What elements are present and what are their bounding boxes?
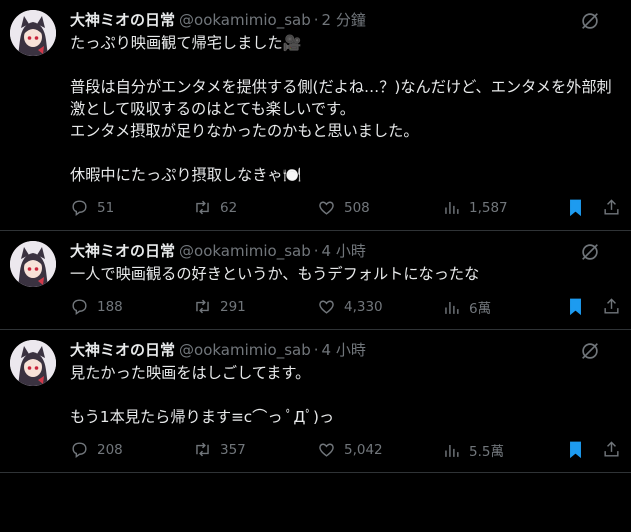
timestamp[interactable]: 2 分鐘	[322, 10, 366, 30]
timeline: 大神ミオの日常 @ookamimio_sab · 2 分鐘 たっぷり映画観て帰宅…	[0, 0, 631, 473]
heart-icon	[319, 201, 334, 215]
reply-button[interactable]: 208	[70, 440, 123, 459]
avatar-image	[10, 241, 56, 287]
action-bar: 51 62 508 1,587	[70, 194, 619, 230]
reply-count: 51	[97, 199, 115, 216]
avatar-image	[10, 340, 56, 386]
retweet-count: 357	[220, 441, 246, 458]
share-icon	[604, 441, 619, 457]
tweet[interactable]: 大神ミオの日常 @ookamimio_sab · 2 分鐘 たっぷり映画観て帰宅…	[0, 0, 631, 231]
reply-icon	[72, 200, 87, 217]
retweet-button[interactable]: 357	[193, 440, 246, 459]
share-button[interactable]	[602, 198, 621, 217]
views-icon	[445, 444, 459, 457]
retweet-count: 62	[220, 199, 238, 216]
retweet-icon	[196, 442, 209, 457]
reply-button[interactable]: 51	[70, 198, 114, 217]
views-button[interactable]: 5.5萬	[442, 440, 504, 460]
tweet-header: 大神ミオの日常 @ookamimio_sab · 4 小時	[70, 340, 615, 360]
reply-button[interactable]: 188	[70, 297, 123, 316]
heart-icon	[319, 443, 334, 457]
tweet-header: 大神ミオの日常 @ookamimio_sab · 4 小時	[70, 241, 615, 261]
separator-dot: ·	[313, 341, 319, 359]
grok-icon[interactable]	[579, 340, 601, 362]
bookmark-button[interactable]	[566, 198, 585, 217]
action-bar: 188 291 4,330 6萬	[70, 293, 619, 329]
timestamp[interactable]: 4 小時	[322, 340, 366, 360]
like-button[interactable]: 508	[317, 198, 370, 217]
tweet-header: 大神ミオの日常 @ookamimio_sab · 2 分鐘	[70, 10, 615, 30]
bookmark-icon	[570, 298, 581, 316]
tweet-text: たっぷり映画観て帰宅しました🎥 普段は自分がエンタメを提供する側(だよね…？)な…	[70, 34, 612, 184]
action-bar: 208 357 5,042 5.5萬	[70, 436, 619, 472]
separator-dot: ·	[313, 11, 319, 29]
avatar[interactable]	[10, 10, 56, 56]
like-count: 5,042	[344, 441, 383, 458]
like-count: 508	[344, 199, 370, 216]
share-icon	[604, 298, 619, 314]
timestamp[interactable]: 4 小時	[322, 241, 366, 261]
views-icon	[445, 201, 459, 214]
reply-count: 188	[97, 298, 123, 315]
avatar-image	[10, 10, 56, 56]
share-icon	[604, 199, 619, 215]
heart-icon	[319, 300, 334, 314]
avatar[interactable]	[10, 340, 56, 386]
views-button[interactable]: 1,587	[442, 198, 508, 217]
bookmark-icon	[570, 199, 581, 217]
display-name[interactable]: 大神ミオの日常	[70, 340, 175, 360]
view-count: 5.5萬	[469, 444, 504, 460]
separator-dot: ·	[313, 242, 319, 260]
bookmark-button[interactable]	[566, 440, 585, 459]
username[interactable]: @ookamimio_sab	[179, 10, 311, 30]
retweet-button[interactable]: 291	[193, 297, 246, 316]
avatar[interactable]	[10, 241, 56, 287]
retweet-icon	[196, 200, 209, 215]
views-button[interactable]: 6萬	[442, 297, 491, 317]
username[interactable]: @ookamimio_sab	[179, 241, 311, 261]
like-button[interactable]: 5,042	[317, 440, 383, 459]
bookmark-icon	[570, 441, 581, 459]
tweet[interactable]: 大神ミオの日常 @ookamimio_sab · 4 小時 見たかった映画をはし…	[0, 330, 631, 473]
like-count: 4,330	[344, 298, 383, 315]
display-name[interactable]: 大神ミオの日常	[70, 10, 175, 30]
views-icon	[445, 301, 459, 314]
like-button[interactable]: 4,330	[317, 297, 383, 316]
reply-icon	[72, 442, 87, 459]
view-count: 6萬	[469, 301, 492, 317]
retweet-icon	[196, 299, 209, 314]
view-count: 1,587	[469, 199, 508, 216]
grok-icon[interactable]	[579, 10, 601, 32]
tweet-text: 一人で映画観るの好きというか、もうデフォルトになったな	[70, 265, 480, 283]
grok-icon[interactable]	[579, 241, 601, 263]
tweet-text: 見たかった映画をはしごしてます。 もう1本見たら帰ります≡c⌒っ ﾟДﾟ)っ	[70, 364, 335, 426]
username[interactable]: @ookamimio_sab	[179, 340, 311, 360]
bookmark-button[interactable]	[566, 297, 585, 316]
reply-icon	[72, 299, 87, 316]
reply-count: 208	[97, 441, 123, 458]
tweet[interactable]: 大神ミオの日常 @ookamimio_sab · 4 小時 一人で映画観るの好き…	[0, 231, 631, 330]
share-button[interactable]	[602, 297, 621, 316]
share-button[interactable]	[602, 440, 621, 459]
retweet-count: 291	[220, 298, 246, 315]
retweet-button[interactable]: 62	[193, 198, 237, 217]
display-name[interactable]: 大神ミオの日常	[70, 241, 175, 261]
